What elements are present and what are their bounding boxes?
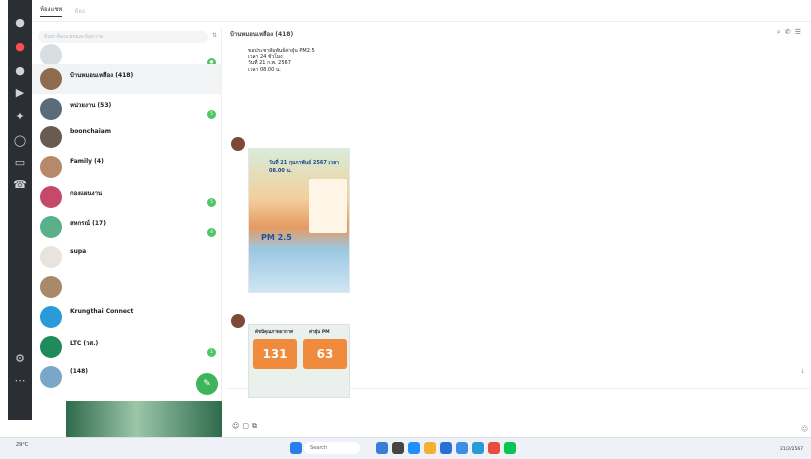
chat-name: กองแผนงาน: [70, 190, 103, 197]
taskbar-search[interactable]: Search: [304, 442, 360, 454]
list-item[interactable]: Family (4): [32, 152, 221, 182]
poster-chart: [309, 179, 347, 233]
new-chat-button[interactable]: ✎: [196, 373, 218, 395]
avatar: [40, 306, 62, 328]
avatar: [40, 156, 62, 178]
line-app-icon[interactable]: [504, 442, 516, 454]
clock-date: 21/2/2567: [780, 447, 804, 452]
unread-badge: 1: [207, 348, 216, 357]
pm-value: 63: [303, 339, 347, 369]
tab-2[interactable]: ห้อง: [74, 6, 85, 16]
avatar: [40, 216, 62, 238]
air-quality-image[interactable]: ดัชนีคุณภาพอากาศ ค่าฝุ่น PM 131 63: [248, 324, 350, 398]
chat-header: บ้านหมอนเหลือง (418) ⌕✆☰: [226, 26, 811, 40]
chat-name: สหกรณ์ (17): [70, 220, 106, 227]
add-friend-icon[interactable]: ◯: [13, 134, 27, 148]
attach-icon[interactable]: ▢: [242, 422, 252, 430]
more-icon[interactable]: ⋯: [13, 374, 27, 388]
folder-icon[interactable]: [424, 442, 436, 454]
list-item[interactable]: สหกรณ์ (17) 4: [32, 212, 221, 242]
menu-icon[interactable]: ☰: [795, 28, 805, 36]
unread-badge: 5: [207, 198, 216, 207]
list-item[interactable]: supa: [32, 242, 221, 272]
app-icon[interactable]: [376, 442, 388, 454]
news-icon[interactable]: ▶: [13, 86, 27, 100]
chat-name: boonchaiam: [70, 128, 112, 135]
message-line: เวลา 08.00 น.: [248, 66, 281, 73]
message-input-area[interactable]: ☺▢⧉: [226, 388, 811, 436]
chat-name: supa: [70, 248, 87, 255]
sticker-icon[interactable]: ☺: [801, 425, 808, 433]
input-tools: ☺▢⧉: [232, 422, 260, 431]
chat-title: บ้านหมอนเหลือง (418): [230, 31, 294, 38]
poster-pm-label: PM 2.5: [261, 233, 292, 242]
chat-name: LTC (วส.): [70, 340, 99, 347]
chat-name: Krungthai Connect: [70, 308, 134, 315]
weather-temp: 29°C: [16, 442, 29, 448]
taskbar-apps: Search: [290, 442, 550, 456]
screenshot-icon[interactable]: ⧉: [252, 422, 260, 430]
pm25-poster-image[interactable]: วันที่ 21 กุมภาพันธ์ 2567 เวลา 08.00 น. …: [248, 148, 350, 293]
call-icon[interactable]: ✆: [785, 28, 795, 36]
weather-widget[interactable]: 29°C: [16, 442, 28, 448]
list-item[interactable]: กองแผนงาน 5: [32, 182, 221, 212]
chat-header-tools: ⌕✆☰: [777, 28, 805, 37]
scroll-down-icon[interactable]: ↓: [800, 368, 805, 375]
unread-badge: 4: [207, 228, 216, 237]
start-icon[interactable]: [290, 442, 302, 454]
settings-icon[interactable]: ⚙: [13, 352, 27, 366]
list-item[interactable]: หน่วยงาน (53) 5: [32, 94, 221, 124]
avatar: [40, 186, 62, 208]
tab-bar: ห้องแชท ห้อง: [32, 0, 811, 22]
avatar: [40, 366, 62, 388]
emoji-icon[interactable]: ☺: [232, 422, 242, 430]
wallet-icon[interactable]: ✦: [13, 110, 27, 124]
keep-icon[interactable]: ▭: [13, 156, 27, 170]
avatar: [40, 44, 62, 66]
voom-icon[interactable]: ●: [13, 64, 27, 78]
app-icon[interactable]: [472, 442, 484, 454]
promo-banner[interactable]: [66, 401, 222, 437]
app-icon[interactable]: [440, 442, 452, 454]
aqi-value: 131: [253, 339, 297, 369]
app-icon[interactable]: [488, 442, 500, 454]
tab-chats[interactable]: ห้องแชท: [40, 4, 63, 17]
poster-date: วันที่ 21 กุมภาพันธ์ 2567 เวลา 08.00 น.: [269, 160, 339, 174]
unread-badge: 5: [207, 110, 216, 119]
avatar: [40, 276, 62, 298]
list-item[interactable]: boonchaiam: [32, 122, 221, 152]
list-item[interactable]: บ้านหมอนเหลือง (418): [32, 64, 221, 94]
list-item[interactable]: Krungthai Connect: [32, 302, 221, 332]
aq-left-title: ดัชนีคุณภาพอากาศ: [255, 330, 294, 335]
list-item[interactable]: [32, 272, 221, 302]
search-icon[interactable]: ⌕: [777, 28, 785, 36]
chat-name: Family (4): [70, 158, 104, 165]
avatar: [40, 336, 62, 358]
chat-list: ค้นหาห้องแชทและข้อความ ⇅ ● บ้านหมอนเหลือ…: [32, 28, 222, 418]
windows-taskbar: 29°C Search 21/2/2567: [0, 437, 811, 459]
filter-icon[interactable]: ⇅: [212, 32, 217, 39]
sender-avatar[interactable]: [231, 314, 245, 328]
list-item[interactable]: (148): [32, 362, 221, 392]
chats-icon[interactable]: ●: [13, 40, 27, 54]
avatar: [40, 68, 62, 90]
aq-right-title: ค่าฝุ่น PM: [309, 330, 330, 335]
friends-icon[interactable]: ●: [13, 16, 27, 30]
avatar: [40, 98, 62, 120]
list-item[interactable]: LTC (วส.) 1: [32, 332, 221, 362]
app-icon[interactable]: [456, 442, 468, 454]
sender-avatar[interactable]: [231, 137, 245, 151]
clock[interactable]: 21/2/2567: [780, 441, 803, 453]
message-bubble: ขอประชาสัมพันธ์ค่าฝุ่น PM2.5 เวลา 24 ชั่…: [248, 48, 628, 79]
calls-icon[interactable]: ☎: [13, 178, 27, 192]
avatar: [40, 246, 62, 268]
avatar: [40, 126, 62, 148]
chat-name: (148): [70, 368, 89, 375]
chat-name: หน่วยงาน (53): [70, 102, 112, 109]
app-icon[interactable]: [408, 442, 420, 454]
line-app-window: ● ● ● ▶ ✦ ◯ ▭ ☎ ⚙ ⋯ ห้องแชท ห้อง ค้นหาห้…: [0, 0, 811, 437]
left-nav-rail: ● ● ● ▶ ✦ ◯ ▭ ☎ ⚙ ⋯: [8, 0, 32, 420]
chat-name: บ้านหมอนเหลือง (418): [70, 72, 134, 79]
app-icon[interactable]: [392, 442, 404, 454]
